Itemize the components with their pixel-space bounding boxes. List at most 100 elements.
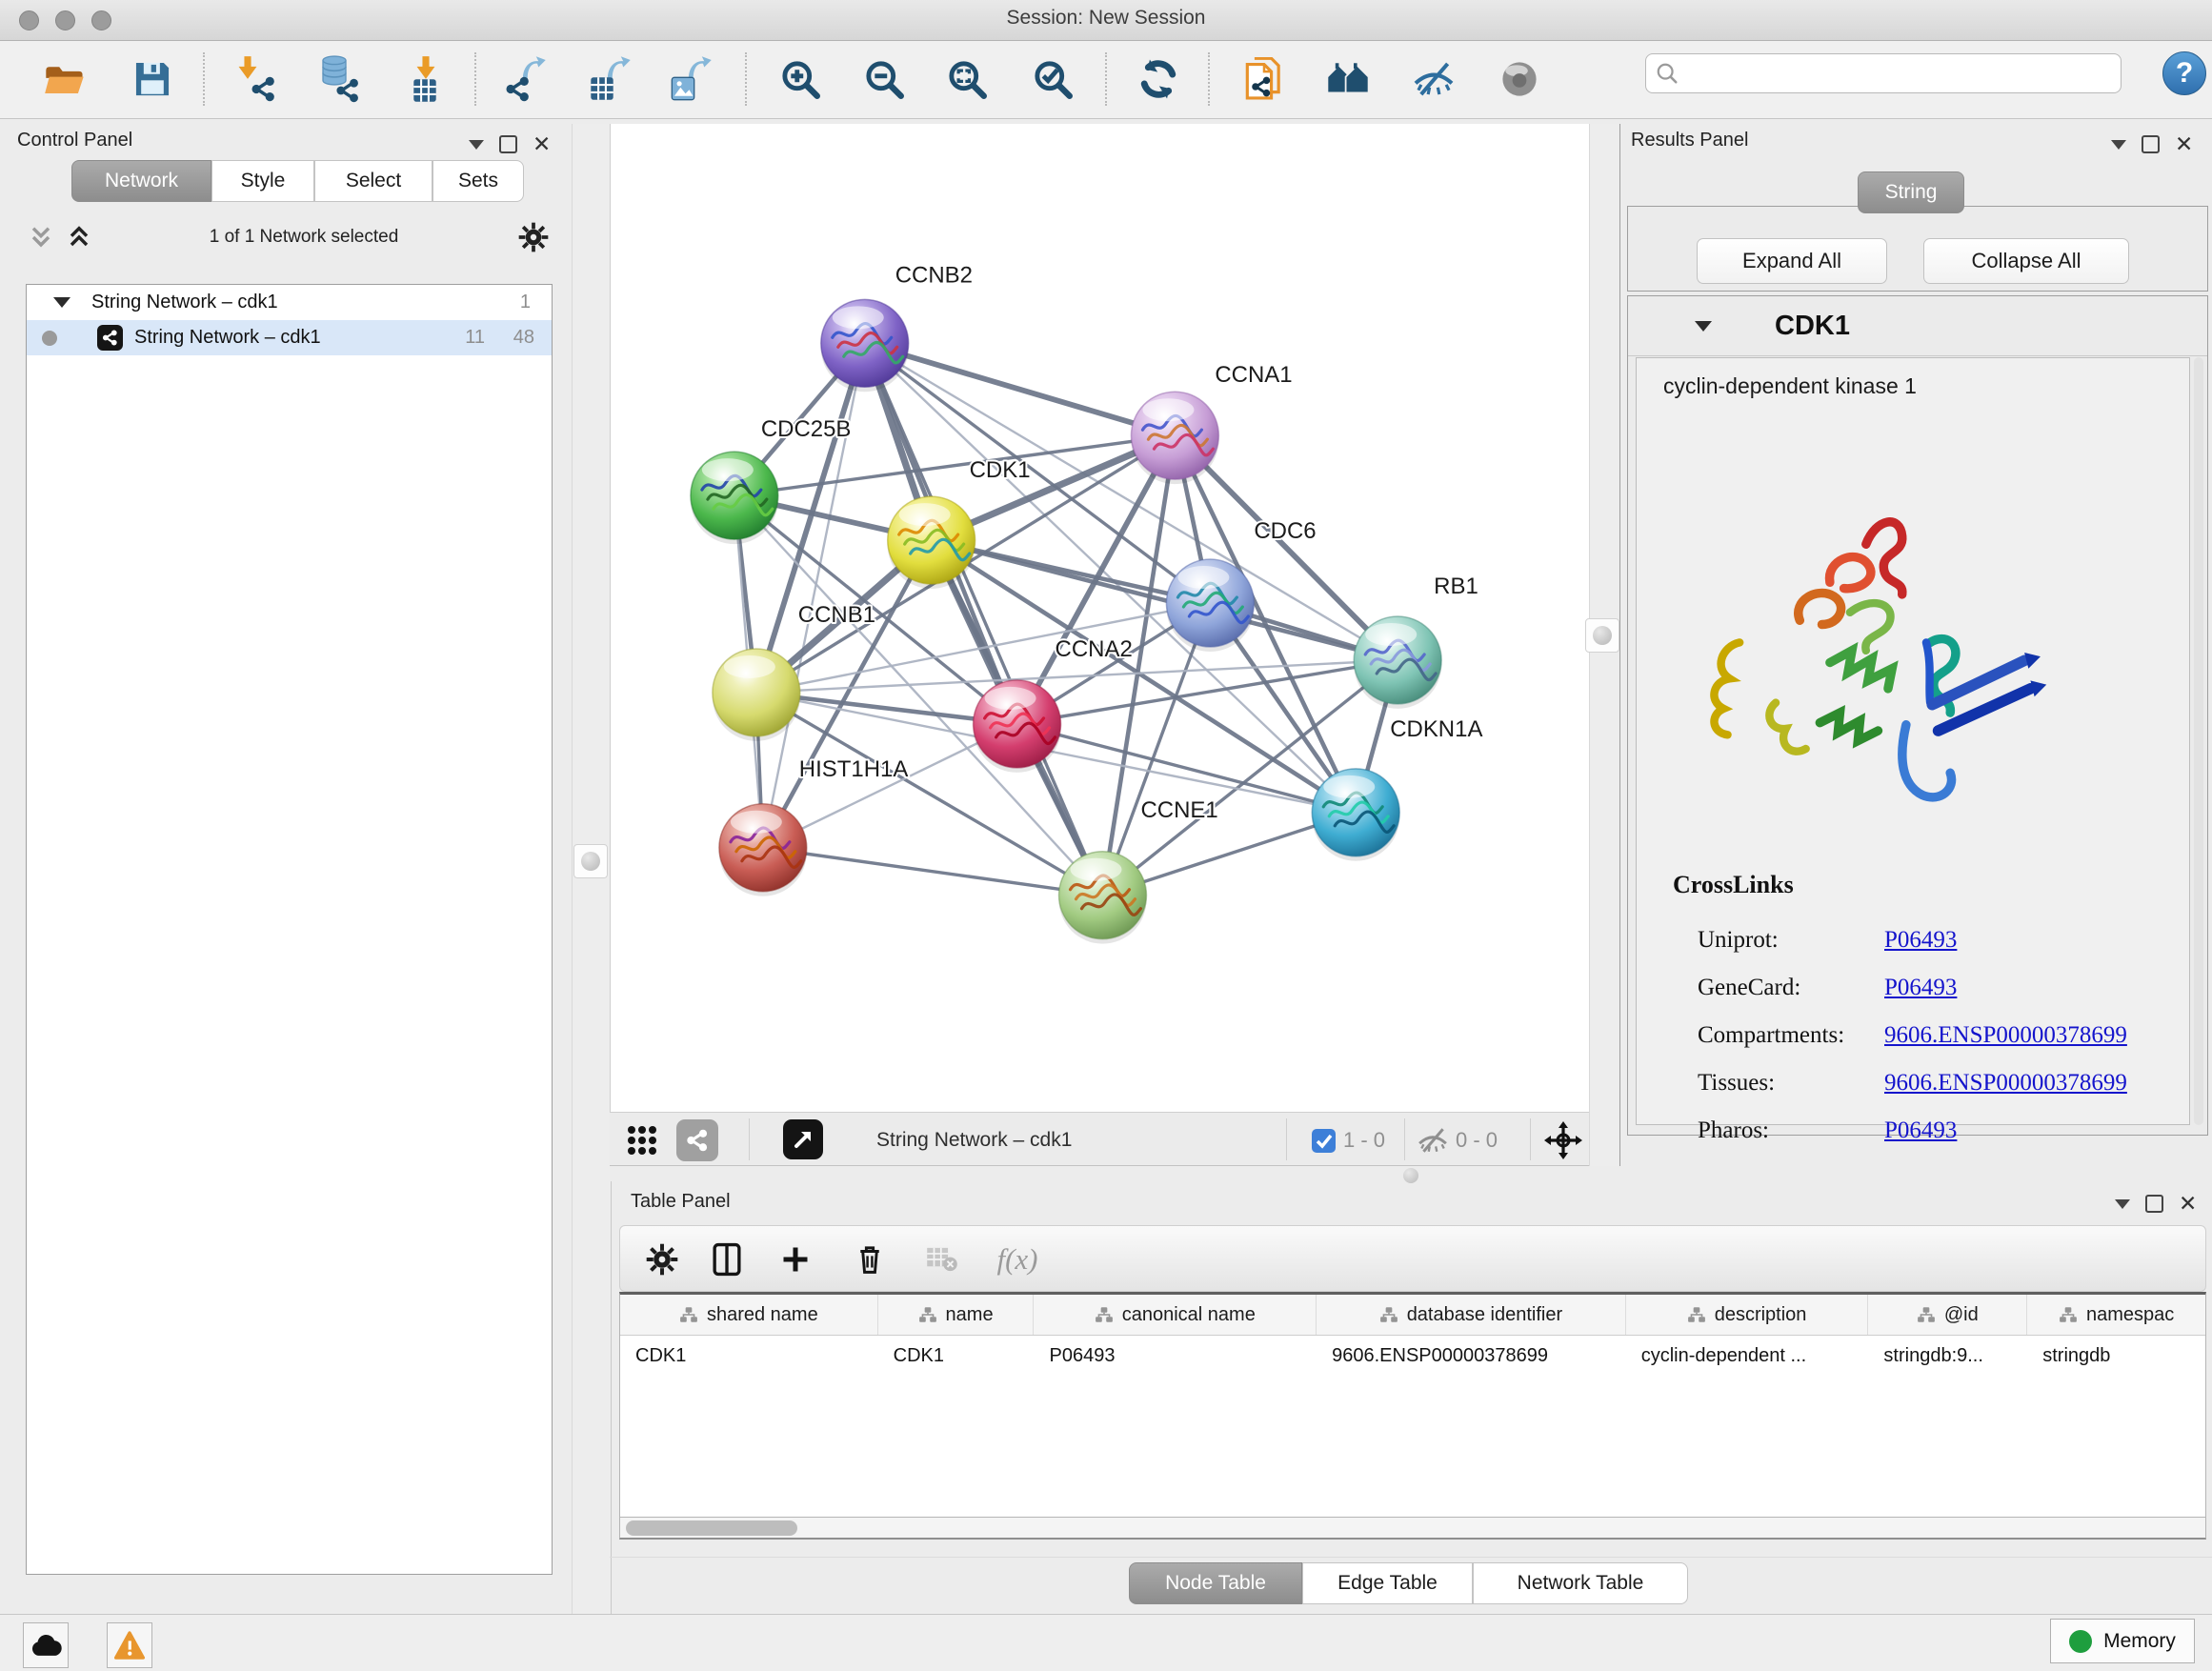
warning-status-button[interactable] [107, 1622, 152, 1668]
column-header-namespace[interactable]: namespac [2027, 1295, 2205, 1335]
column-header-id[interactable]: @id [1868, 1295, 2027, 1335]
collapse-all-button[interactable]: Collapse All [1923, 238, 2129, 284]
float-panel-icon[interactable] [2111, 140, 2126, 150]
column-header-database-identifier[interactable]: database identifier [1317, 1295, 1626, 1335]
left-splitter-handle[interactable] [573, 844, 608, 878]
export-image-button[interactable] [664, 50, 717, 108]
float-panel-icon[interactable] [2115, 1199, 2130, 1209]
presentation-eye-button[interactable] [1493, 50, 1546, 108]
save-session-button[interactable] [126, 50, 179, 108]
maximize-panel-icon[interactable] [2145, 1195, 2163, 1213]
import-network-file-button[interactable] [231, 50, 284, 108]
zoom-selected-button[interactable] [1026, 50, 1079, 108]
memory-button[interactable]: Memory [2050, 1619, 2195, 1663]
results-scrollbar[interactable] [2194, 357, 2203, 1125]
network-collection-row[interactable]: String Network – cdk1 1 [27, 285, 552, 320]
network-view-toolbar: String Network – cdk1 1 - 0 0 - 0 [610, 1112, 1589, 1166]
maximize-panel-icon[interactable] [499, 135, 517, 153]
close-panel-icon[interactable]: ✕ [2175, 133, 2193, 155]
string-home-button[interactable] [1321, 50, 1375, 108]
maximize-panel-icon[interactable] [2142, 135, 2160, 153]
export-network-button[interactable] [500, 50, 553, 108]
network-share-button[interactable] [676, 1119, 718, 1161]
table-options-gear-button[interactable] [641, 1239, 683, 1279]
network-node-RB1[interactable]: RB1 [1354, 574, 1478, 709]
close-panel-icon[interactable]: ✕ [533, 133, 551, 155]
zoom-in-icon [776, 55, 824, 103]
tab-string[interactable]: String [1858, 171, 1964, 213]
add-column-button[interactable] [774, 1239, 816, 1279]
column-header-name[interactable]: name [878, 1295, 1035, 1335]
horizontal-splitter-handle[interactable] [1403, 1168, 1418, 1183]
tab-edge-table[interactable]: Edge Table [1302, 1562, 1473, 1604]
network-view-title: String Network – cdk1 [876, 1119, 1072, 1161]
tissues-link[interactable]: 9606.ENSP00000378699 [1884, 1070, 2127, 1097]
tab-node-table[interactable]: Node Table [1129, 1562, 1302, 1604]
uniprot-link[interactable]: P06493 [1884, 927, 1957, 954]
compartments-link[interactable]: 9606.ENSP00000378699 [1884, 1022, 2127, 1049]
column-header-shared-name[interactable]: shared name [620, 1295, 878, 1335]
gene-section-header[interactable]: CDK1 [1628, 296, 2207, 356]
network-node-HIST1H1A[interactable]: HIST1H1A [719, 756, 908, 896]
network-canvas[interactable]: CCNB2CCNA1CDC25BCDK1CDC6RB1CCNB1CCNA2CDK… [610, 124, 1589, 1112]
hide-glasspane-button[interactable] [1407, 50, 1460, 108]
float-panel-icon[interactable] [469, 140, 484, 150]
hidden-items-button[interactable] [1416, 1119, 1450, 1161]
column-header-canonical-name[interactable]: canonical name [1034, 1295, 1317, 1335]
zoom-out-button[interactable] [857, 50, 911, 108]
crosslink-row: Tissues:9606.ENSP00000378699 [1698, 1059, 2193, 1107]
zoom-fit-button[interactable] [940, 50, 994, 108]
import-table-file-button[interactable] [400, 50, 453, 108]
tab-sets[interactable]: Sets [432, 160, 524, 202]
table-row[interactable]: CDK1 CDK1 P06493 9606.ENSP00000378699 cy… [620, 1336, 2205, 1376]
close-panel-icon[interactable]: ✕ [2179, 1193, 2197, 1215]
refresh-button[interactable] [1132, 50, 1185, 108]
cloud-status-button[interactable] [23, 1622, 69, 1668]
network-node-CCNE1[interactable]: CCNE1 [1059, 797, 1218, 944]
string-document-icon [1243, 55, 1291, 103]
results-panel-title: Results Panel [1631, 130, 1748, 151]
tab-network[interactable]: Network [71, 160, 211, 202]
node-label: CDC25B [761, 416, 852, 442]
genecard-link[interactable]: P06493 [1884, 975, 1957, 1001]
network-options-gear-icon[interactable] [518, 222, 549, 252]
string-import-button[interactable] [1240, 50, 1294, 108]
section-collapse-icon[interactable] [1695, 321, 1712, 332]
network-node-CDKN1A[interactable]: CDKN1A [1312, 716, 1482, 861]
column-header-description[interactable]: description [1626, 1295, 1869, 1335]
import-network-database-button[interactable] [312, 50, 365, 108]
open-session-button[interactable] [38, 50, 91, 108]
pharos-link[interactable]: P06493 [1884, 1117, 1957, 1144]
show-grid-button[interactable] [621, 1119, 663, 1161]
collapse-all-chevron-icon[interactable] [30, 226, 51, 249]
tab-select[interactable]: Select [314, 160, 432, 202]
fit-content-button[interactable] [1541, 1119, 1585, 1161]
table-horizontal-scrollbar[interactable] [619, 1517, 2206, 1540]
delete-column-button[interactable] [849, 1239, 891, 1279]
tab-style[interactable]: Style [211, 160, 314, 202]
birds-eye-view-button[interactable] [783, 1119, 823, 1159]
collection-expand-icon[interactable] [53, 297, 70, 308]
expand-all-chevron-icon[interactable] [69, 226, 90, 249]
selected-checkbox[interactable] [1311, 1119, 1337, 1161]
network-node-CCNB1[interactable]: CCNB1 [713, 602, 875, 741]
network-node-CCNB2[interactable]: CCNB2 [821, 262, 973, 392]
scrollbar-thumb[interactable] [626, 1520, 797, 1536]
gray-eye-icon [1498, 58, 1540, 100]
network-row-selected[interactable]: String Network – cdk1 11 48 [27, 320, 552, 355]
toolbar-separator [1530, 1118, 1531, 1160]
right-splitter-handle[interactable] [1585, 618, 1619, 653]
hierarchy-icon [2059, 1306, 2078, 1323]
tab-network-table[interactable]: Network Table [1473, 1562, 1688, 1604]
search-input[interactable] [1645, 53, 2122, 93]
export-table-button[interactable] [583, 50, 636, 108]
expand-all-button[interactable]: Expand All [1697, 238, 1887, 284]
node-label: CCNE1 [1140, 797, 1217, 823]
zoom-fit-icon [943, 55, 991, 103]
network-node-CCNA1[interactable]: CCNA1 [1131, 362, 1292, 484]
import-network-database-icon [314, 55, 362, 103]
crosslink-row: Compartments:9606.ENSP00000378699 [1698, 1012, 2193, 1059]
zoom-in-button[interactable] [774, 50, 827, 108]
help-button[interactable]: ? [2162, 51, 2206, 95]
show-columns-button[interactable] [706, 1239, 748, 1279]
